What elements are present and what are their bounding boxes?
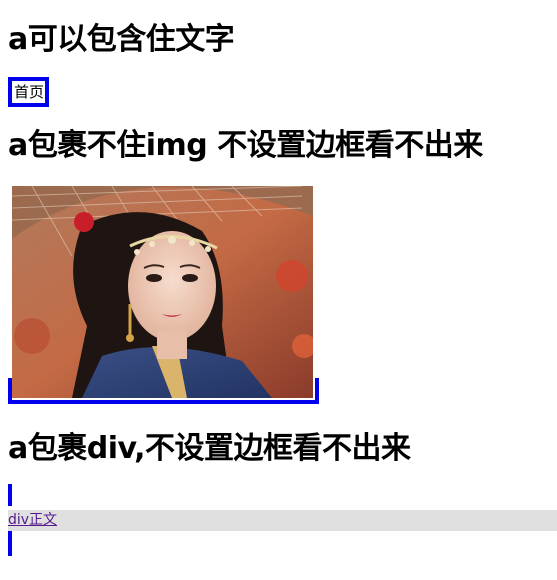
div-block: div正文: [8, 510, 557, 531]
heading-a-contains-text: a可以包含住文字: [8, 22, 235, 57]
heading-a-wraps-img: a包裹不住img 不设置边框看不出来: [8, 128, 483, 163]
home-link[interactable]: 首页: [12, 81, 45, 103]
portrait-photo: [12, 186, 313, 398]
div-body-link[interactable]: div正文: [8, 510, 557, 531]
image-link[interactable]: [12, 186, 313, 398]
heading-a-wraps-div: a包裹div,不设置边框看不出来: [8, 431, 411, 466]
page: a可以包含住文字 首页 a包裹不住img 不设置边框看不出来 a包裹div,不设…: [0, 0, 557, 580]
home-link-box: 首页: [8, 77, 49, 107]
